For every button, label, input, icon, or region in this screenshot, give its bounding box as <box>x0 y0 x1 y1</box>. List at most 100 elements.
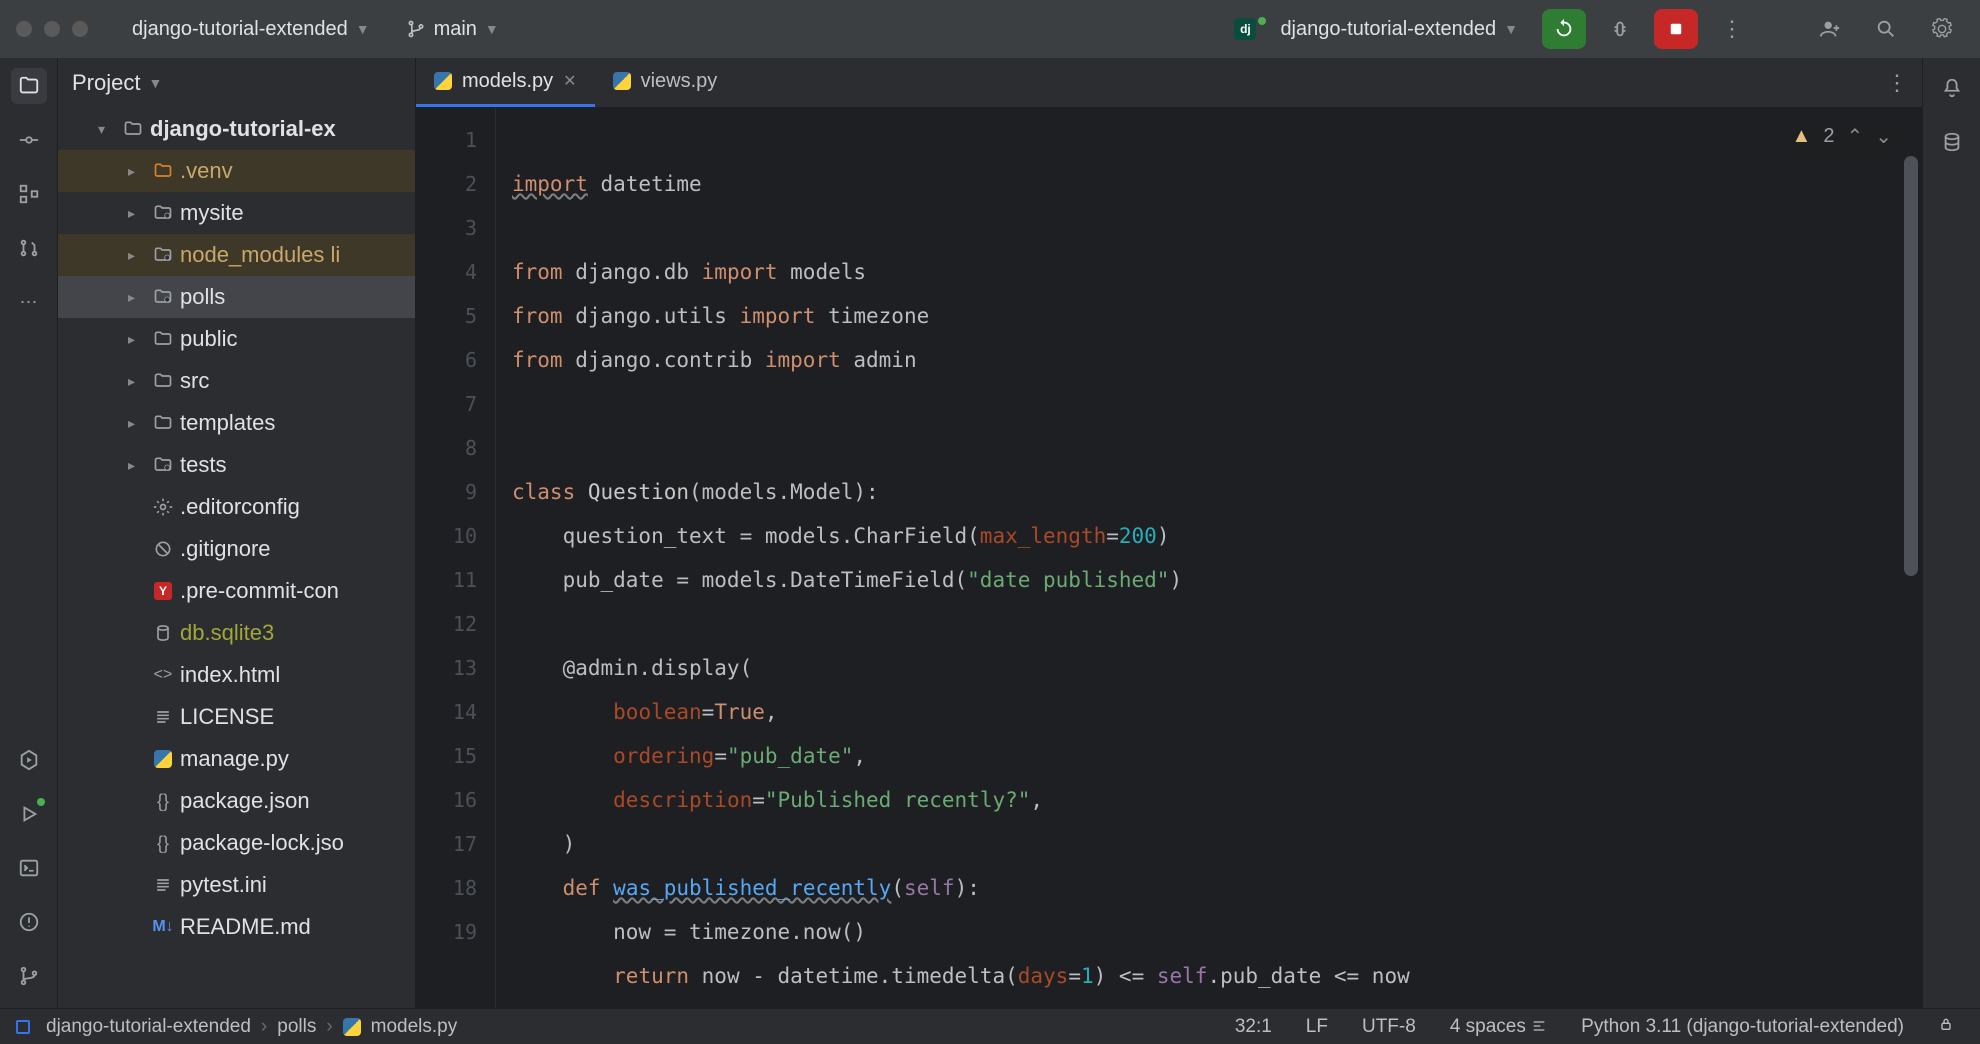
tree-item[interactable]: M↓README.md <box>58 906 415 948</box>
lines-icon <box>152 875 174 895</box>
module-icon <box>16 1020 30 1034</box>
notifications-tool-button[interactable] <box>1934 70 1970 106</box>
search-everywhere-button[interactable] <box>1864 9 1908 49</box>
indent-settings[interactable]: 4 spaces <box>1440 1016 1557 1038</box>
status-bar: django-tutorial-extended › polls › model… <box>0 1008 1980 1044</box>
project-tool-button[interactable] <box>11 68 47 104</box>
structure-tool-button[interactable] <box>11 176 47 212</box>
md-icon: M↓ <box>152 918 174 936</box>
commit-tool-button[interactable] <box>11 122 47 158</box>
json-icon: {} <box>152 833 174 854</box>
tree-item[interactable]: {}package.json <box>58 780 415 822</box>
tree-item[interactable]: ▸public <box>58 318 415 360</box>
problems-tool-button[interactable] <box>11 904 47 940</box>
vcs-branch-selector[interactable]: main ▼ <box>394 12 511 47</box>
code-with-me-button[interactable] <box>1808 9 1852 49</box>
window-controls[interactable] <box>16 21 88 37</box>
tree-root[interactable]: ▾ django-tutorial-ex <box>58 108 415 150</box>
titlebar: django-tutorial-extended ▼ main ▼ dj dja… <box>0 0 1980 58</box>
tree-item-label: src <box>180 368 209 394</box>
tree-item-label: .gitignore <box>180 536 271 562</box>
tree-item[interactable]: ▸polls <box>58 276 415 318</box>
stop-button[interactable] <box>1654 9 1698 49</box>
file-encoding[interactable]: UTF-8 <box>1352 1016 1426 1038</box>
breadcrumb[interactable]: django-tutorial-extended › polls › model… <box>16 1016 457 1038</box>
line-separator[interactable]: LF <box>1296 1016 1338 1038</box>
project-panel-header[interactable]: Project ▼ <box>58 58 415 108</box>
inspection-widget[interactable]: ▲ 2 ⌃ ⌄ <box>1784 120 1900 153</box>
tree-item[interactable]: .editorconfig <box>58 486 415 528</box>
editor-tab[interactable]: views.py <box>595 58 736 107</box>
branch-name: main <box>434 18 477 41</box>
git-branch-icon <box>18 965 40 987</box>
project-selector[interactable]: django-tutorial-extended ▼ <box>120 12 382 47</box>
chevron-right-icon[interactable]: ▸ <box>128 415 146 432</box>
run-config-selector[interactable]: dj django-tutorial-extended ▼ <box>1222 12 1530 47</box>
minimize-window-icon[interactable] <box>44 21 60 37</box>
breadcrumb-item[interactable]: django-tutorial-extended <box>46 1016 251 1038</box>
close-tab-icon[interactable]: ✕ <box>563 71 576 91</box>
python-interpreter[interactable]: Python 3.11 (django-tutorial-extended) <box>1571 1016 1914 1038</box>
folder-icon <box>18 75 40 97</box>
tree-item[interactable]: manage.py <box>58 738 415 780</box>
settings-button[interactable] <box>1920 9 1964 49</box>
tab-actions-menu[interactable]: ⋮ <box>1886 70 1908 96</box>
terminal-tool-button[interactable] <box>11 850 47 886</box>
debug-button[interactable] <box>1598 9 1642 49</box>
code-content[interactable]: import datetime from django.db import mo… <box>496 108 1922 1008</box>
maximize-window-icon[interactable] <box>72 21 88 37</box>
chevron-right-icon[interactable]: ▸ <box>128 373 146 390</box>
tree-item[interactable]: ▸ src <box>58 360 415 402</box>
breadcrumb-item[interactable]: polls <box>277 1016 316 1038</box>
chevron-right-icon[interactable]: ▸ <box>128 289 146 306</box>
scrollbar-thumb[interactable] <box>1904 156 1918 576</box>
more-actions-button[interactable]: ⋮ <box>1710 9 1754 49</box>
tree-item[interactable]: LICENSE <box>58 696 415 738</box>
git-tool-button[interactable] <box>11 958 47 994</box>
rerun-button[interactable] <box>1542 9 1586 49</box>
cursor-position[interactable]: 32:1 <box>1225 1016 1282 1038</box>
database-tool-button[interactable] <box>1934 124 1970 160</box>
line-gutter[interactable]: 12345678910111213141516171819 <box>416 108 496 1008</box>
tree-item-label: mysite <box>180 200 244 226</box>
pull-requests-tool-button[interactable] <box>11 230 47 266</box>
next-highlight-icon[interactable]: ⌄ <box>1875 124 1892 149</box>
chevron-right-icon[interactable]: ▸ <box>128 205 146 222</box>
structure-icon <box>18 183 40 205</box>
tree-item[interactable]: .gitignore <box>58 528 415 570</box>
editor-body[interactable]: 12345678910111213141516171819 import dat… <box>416 108 1922 1008</box>
prev-highlight-icon[interactable]: ⌃ <box>1846 124 1863 149</box>
tree-item[interactable]: ▸tests <box>58 444 415 486</box>
project-tree[interactable]: ▾ django-tutorial-ex ▸.venv▸mysite▸node_… <box>58 108 415 1008</box>
terminal-icon <box>18 857 40 879</box>
editor-scrollbar[interactable] <box>1904 156 1918 716</box>
chevron-right-icon: › <box>261 1016 267 1038</box>
tree-item[interactable]: ▸ mysite <box>58 192 415 234</box>
services-tool-button[interactable] <box>11 742 47 778</box>
tree-item[interactable]: <>index.html <box>58 654 415 696</box>
readonly-toggle[interactable] <box>1928 1016 1964 1037</box>
editor-tab[interactable]: models.py ✕ <box>416 58 595 107</box>
more-tools-button[interactable]: ⋯ <box>11 284 47 320</box>
close-window-icon[interactable] <box>16 21 32 37</box>
chevron-right-icon[interactable]: ▸ <box>128 163 146 180</box>
run-tool-button[interactable] <box>11 796 47 832</box>
tree-item-label: .pre-commit-con <box>180 578 339 604</box>
stop-icon <box>1667 20 1685 38</box>
tree-item[interactable]: Y.pre-commit-con <box>58 570 415 612</box>
tree-item[interactable]: ▸templates <box>58 402 415 444</box>
tree-item[interactable]: db.sqlite3 <box>58 612 415 654</box>
tree-item[interactable]: pytest.ini <box>58 864 415 906</box>
tree-item[interactable]: {}package-lock.jso <box>58 822 415 864</box>
bell-icon <box>1941 77 1963 99</box>
breadcrumb-item[interactable]: models.py <box>371 1016 458 1038</box>
tree-item[interactable]: ▸.venv <box>58 150 415 192</box>
chevron-right-icon[interactable]: ▸ <box>128 457 146 474</box>
tree-item-label: .editorconfig <box>180 494 300 520</box>
tree-item[interactable]: ▸node_modules li <box>58 234 415 276</box>
folder-mod-icon <box>152 245 174 265</box>
folder-icon <box>152 371 174 391</box>
chevron-right-icon[interactable]: ▸ <box>128 247 146 264</box>
tab-label: models.py <box>462 70 553 93</box>
chevron-right-icon[interactable]: ▸ <box>128 331 146 348</box>
